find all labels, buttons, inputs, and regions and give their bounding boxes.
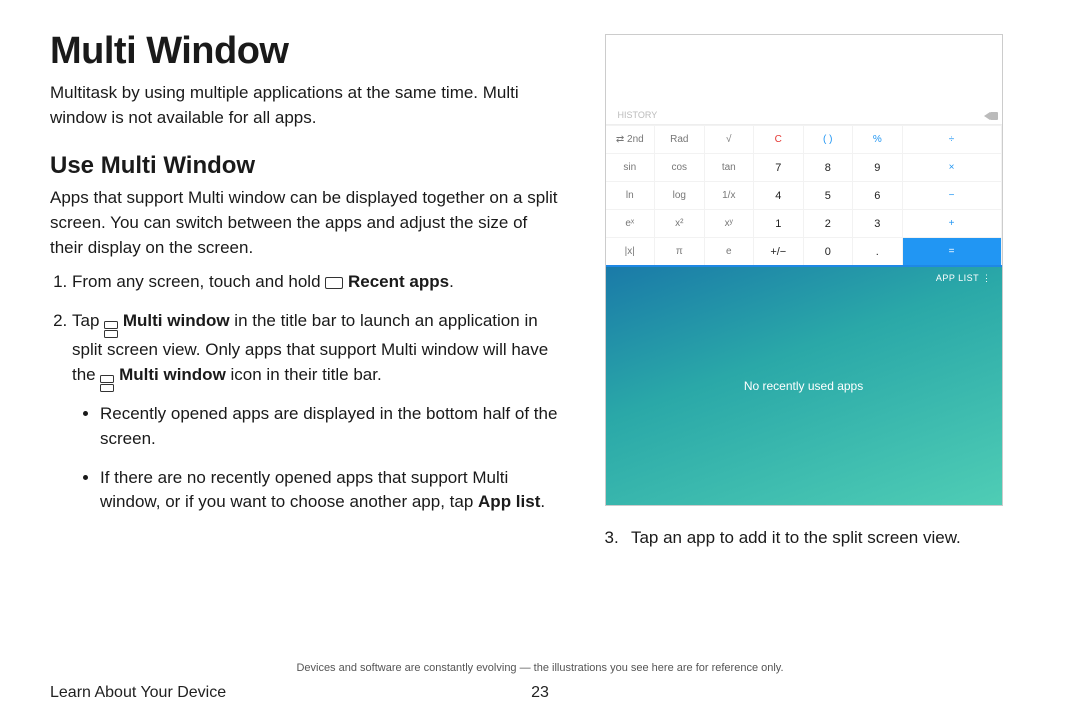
bullet-2-pre: If there are no recently opened apps tha… [100,468,508,512]
app-list-label: APP LIST ⋮ [936,273,992,284]
calc-key-clear: C [754,125,804,153]
calc-key: x² [655,209,705,237]
step-1-bold: Recent apps [348,272,449,291]
calculator-grid: ⇄ 2nd Rad √ C ( ) % ÷ sin cos tan 7 8 9 … [606,125,1002,265]
recents-pane: APP LIST ⋮ No recently used apps [606,267,1002,505]
step-3-number: 3. [605,526,627,551]
calc-key: ÷ [903,125,1002,153]
calc-key: tan [705,153,755,181]
calc-key: 5 [804,181,854,209]
step-2-bold2: Multi window [119,365,226,384]
calc-key: ⇄ 2nd [606,125,656,153]
calculator-pane: HISTORY ⇄ 2nd Rad √ C ( ) % ÷ sin cos ta… [606,35,1002,265]
calc-key: 0 [804,237,854,265]
step-1-text-pre: From any screen, touch and hold [72,272,325,291]
intro-paragraph: Multitask by using multiple applications… [50,81,565,130]
calc-key: 8 [804,153,854,181]
step-3-text: Tap an app to add it to the split screen… [631,528,961,547]
step-2-post: icon in their title bar. [226,365,382,384]
calc-key: + [903,209,1002,237]
calc-key-equals: = [903,237,1002,265]
calc-key: π [655,237,705,265]
section-intro: Apps that support Multi window can be di… [50,186,565,260]
calc-key: e [705,237,755,265]
step-2-bold1: Multi window [123,311,230,330]
calc-key: 4 [754,181,804,209]
calc-key: − [903,181,1002,209]
recent-apps-icon [325,277,343,289]
calc-key: 1 [754,209,804,237]
step-3: 3. Tap an app to add it to the split scr… [605,526,1030,551]
calc-key: . [853,237,903,265]
calc-key: +/− [754,237,804,265]
multi-window-icon [100,375,114,393]
calc-key: × [903,153,1002,181]
calc-key: 7 [754,153,804,181]
calc-key: 1/x [705,181,755,209]
page-number: 23 [531,684,549,702]
calc-key: 6 [853,181,903,209]
bullet-2-post: . [540,492,545,511]
page-title: Multi Window [50,30,565,73]
calc-key: 2 [804,209,854,237]
calc-key: Rad [655,125,705,153]
calc-key: xʸ [705,209,755,237]
calc-key: ln [606,181,656,209]
calc-key: √ [705,125,755,153]
backspace-icon [984,112,990,120]
calc-key: % [853,125,903,153]
calc-key: sin [606,153,656,181]
calc-key: 3 [853,209,903,237]
bullet-2: If there are no recently opened apps tha… [100,466,565,515]
calc-key: eˣ [606,209,656,237]
footer-section-title: Learn About Your Device [50,684,226,702]
step-1: From any screen, touch and hold Recent a… [72,270,565,295]
step-1-post: . [449,272,454,291]
multi-window-icon [104,321,118,339]
no-recent-apps-text: No recently used apps [744,379,863,393]
calc-key: ( ) [804,125,854,153]
bullet-2-bold: App list [478,492,540,511]
device-screenshot: HISTORY ⇄ 2nd Rad √ C ( ) % ÷ sin cos ta… [605,34,1003,506]
step-2-pre: Tap [72,311,104,330]
step-2: Tap Multi window in the title bar to lau… [72,309,565,515]
calc-key: 9 [853,153,903,181]
history-label: HISTORY [618,110,658,120]
calc-key: |x| [606,237,656,265]
bullet-1: Recently opened apps are displayed in th… [100,402,565,451]
calc-key: cos [655,153,705,181]
calc-key: log [655,181,705,209]
disclaimer: Devices and software are constantly evol… [0,662,1080,674]
section-heading: Use Multi Window [50,152,565,180]
